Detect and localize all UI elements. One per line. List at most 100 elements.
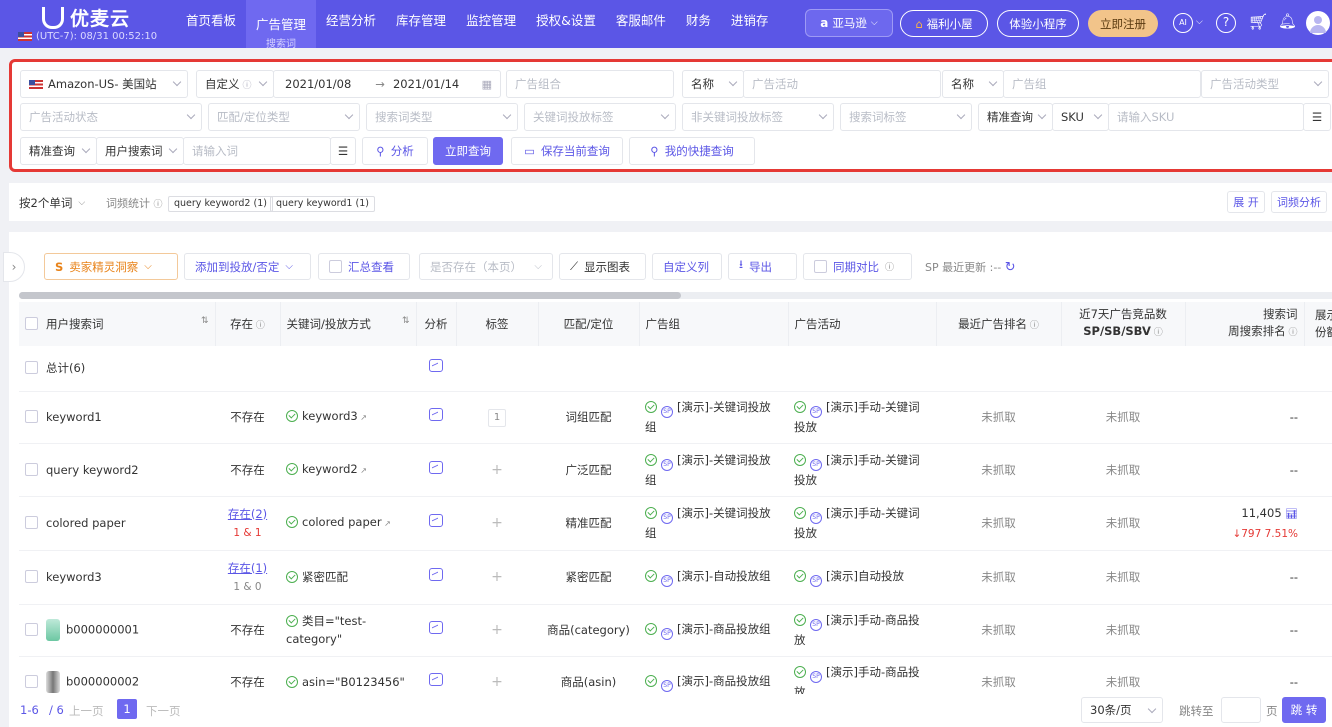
mini-program-button[interactable]: 体验小程序 [997, 10, 1079, 37]
adgroup-input[interactable]: 广告组 [1003, 70, 1201, 98]
add-to-targeting-button[interactable]: 添加到投放/否定 ⌵ [184, 253, 311, 280]
horizontal-scrollbar-track[interactable] [19, 292, 1332, 299]
yoy-compare-toggle[interactable]: 同期对比 ⓘ [803, 253, 912, 280]
jump-page-input[interactable] [1221, 697, 1261, 723]
search-field-select[interactable]: 用户搜索词 [96, 137, 184, 165]
yoy-checkbox[interactable] [814, 260, 827, 273]
nav-finance[interactable]: 财务 [676, 0, 721, 48]
adgroup-field-select[interactable]: 名称 [942, 70, 1004, 98]
date-range-picker[interactable]: 2021/01/08 → 2021/01/14 ▦ [273, 70, 501, 98]
row-checkbox[interactable] [25, 674, 38, 688]
campaign-field-select[interactable]: 名称 [682, 70, 744, 98]
portfolio-input[interactable]: 广告组合 [506, 70, 674, 98]
export-button[interactable]: ⭳ 导出 [728, 253, 797, 280]
row-checkbox[interactable] [25, 462, 38, 476]
non-keyword-tag-select[interactable]: 非关键词投放标签 [682, 103, 834, 131]
my-quick-query-button[interactable]: ⚲ 我的快捷查询 [629, 137, 755, 165]
trend-chart-icon[interactable] [429, 460, 443, 474]
sort-icon[interactable]: ⇅ [201, 316, 209, 326]
search-match-select[interactable]: 精准查询 [20, 137, 97, 165]
summary-view-toggle[interactable]: 汇总查看 [318, 253, 410, 280]
current-page-button[interactable]: 1 [117, 699, 137, 719]
sku-input[interactable]: 请输入SKU [1108, 103, 1304, 131]
external-link-icon[interactable]: ↗ [358, 413, 367, 422]
next-page-button[interactable]: 下一页 [146, 703, 181, 719]
nav-customer-mail[interactable]: 客服邮件 [606, 0, 676, 48]
add-tag-icon[interactable]: + [491, 515, 503, 531]
keyword-tag-select[interactable]: 关键词投放标签 [524, 103, 676, 131]
word-chip[interactable]: query keyword1 (1) [270, 196, 375, 212]
store-select[interactable]: Amazon-US- 美国站 [20, 70, 188, 98]
trend-chart-icon[interactable] [429, 568, 443, 581]
row-checkbox[interactable] [25, 570, 38, 583]
campaign-input[interactable]: 广告活动 [743, 70, 941, 98]
jump-button[interactable]: 跳 转 [1282, 697, 1326, 723]
chevron-right-icon[interactable]: › [3, 252, 25, 282]
trend-chart-icon[interactable] [429, 621, 443, 634]
external-link-icon[interactable]: ↗ [382, 519, 391, 528]
sku-field-select[interactable]: SKU [1052, 103, 1109, 131]
search-term[interactable]: query keyword2 [46, 463, 139, 477]
col-ad-rank[interactable]: 最近广告排名 ⓘ [936, 302, 1062, 346]
analyze-button[interactable]: ⚲ 分析 [362, 137, 428, 165]
search-term[interactable]: b000000001 [66, 623, 139, 637]
bell-icon[interactable]: 🔔︎ [1278, 12, 1297, 30]
row-checkbox[interactable] [25, 361, 38, 375]
trend-chart-icon[interactable] [429, 408, 443, 421]
campaign-type-select[interactable]: 广告活动类型 [1201, 70, 1329, 98]
search-term-tag-select[interactable]: 搜索词标签 [840, 103, 972, 131]
search-word-input[interactable]: 请输入词 [183, 137, 331, 165]
query-now-button[interactable]: 立即查询 [433, 137, 503, 165]
cart-icon[interactable]: 🛒︎ [1248, 12, 1268, 31]
tag-count[interactable]: 1 [488, 409, 506, 427]
col-exist[interactable]: 存在 ⓘ [215, 302, 281, 346]
external-link-icon[interactable]: ↗ [358, 466, 367, 475]
row-checkbox[interactable] [25, 622, 38, 636]
search-term[interactable]: keyword3 [46, 570, 102, 584]
logo[interactable]: 优麦云 [42, 4, 130, 31]
welfare-house-button[interactable]: ⌂ 福利小屋 [900, 10, 988, 37]
expand-button[interactable]: 展 开 [1227, 191, 1265, 213]
nav-ad-management[interactable]: 广告管理 搜索词 [246, 0, 317, 50]
exists-filter-select[interactable]: 是否存在（本页） ⌵ [419, 253, 553, 280]
help-icon[interactable]: ? [1216, 13, 1236, 33]
avatar[interactable] [1306, 11, 1330, 35]
nav-purchase-sales[interactable]: 进销存 [721, 0, 779, 48]
page-size-select[interactable]: 30条/页 [1081, 697, 1163, 723]
trend-chart-icon[interactable] [429, 514, 443, 527]
nav-auth-settings[interactable]: 授权&设置 [526, 0, 606, 48]
save-query-button[interactable]: ▭ 保存当前查询 [511, 137, 623, 165]
seller-sprite-insight-button[interactable]: S 卖家精灵洞察 ⌵ [44, 253, 178, 280]
bulk-word-icon[interactable]: ☰ [330, 137, 356, 165]
platform-select[interactable]: a 亚马逊 ⌵ [805, 9, 893, 37]
search-term-type-select[interactable]: 搜索词类型 [366, 103, 518, 131]
product-thumbnail[interactable] [46, 671, 60, 693]
sku-match-select[interactable]: 精准查询 [978, 103, 1053, 131]
sort-icon[interactable]: ⇅ [402, 316, 410, 326]
nav-monitoring[interactable]: 监控管理 [456, 0, 526, 48]
campaign-status-select[interactable]: 广告活动状态 [20, 103, 202, 131]
col-keyword[interactable]: 关键词/投放方式 ⇅ [280, 302, 417, 346]
col-weekly-rank[interactable]: 搜索词 周搜索排名 ⓘ [1185, 302, 1305, 346]
summary-checkbox[interactable] [329, 260, 342, 273]
col-search-term[interactable]: 用户搜索词 ⇅ [19, 302, 216, 346]
nav-inventory[interactable]: 库存管理 [386, 0, 456, 48]
add-tag-icon[interactable]: + [491, 569, 503, 585]
register-button[interactable]: 立即注册 [1088, 10, 1158, 37]
trend-chart-icon[interactable] [429, 673, 443, 686]
prev-page-button[interactable]: 上一页 [69, 703, 104, 719]
nav-dashboard[interactable]: 首页看板 [176, 0, 246, 48]
nav-business-analysis[interactable]: 经营分析 [316, 0, 386, 48]
product-thumbnail[interactable] [46, 619, 60, 641]
word-analysis-button[interactable]: 词频分析 [1271, 191, 1327, 213]
select-all-checkbox[interactable] [25, 317, 38, 330]
search-term[interactable]: b000000002 [66, 675, 139, 689]
add-tag-icon[interactable]: + [491, 622, 503, 638]
word-count-select[interactable]: 按2个单词 ⌵ [19, 195, 85, 211]
ai-dropdown-icon[interactable]: ⌵ [1196, 17, 1203, 27]
refresh-icon[interactable]: ↻ [1005, 260, 1016, 275]
custom-columns-button[interactable]: 自定义列 [652, 253, 722, 280]
word-chip[interactable]: query keyword2 (1) [168, 196, 273, 212]
search-term[interactable]: keyword1 [46, 410, 102, 424]
horizontal-scrollbar-thumb[interactable] [19, 292, 681, 299]
